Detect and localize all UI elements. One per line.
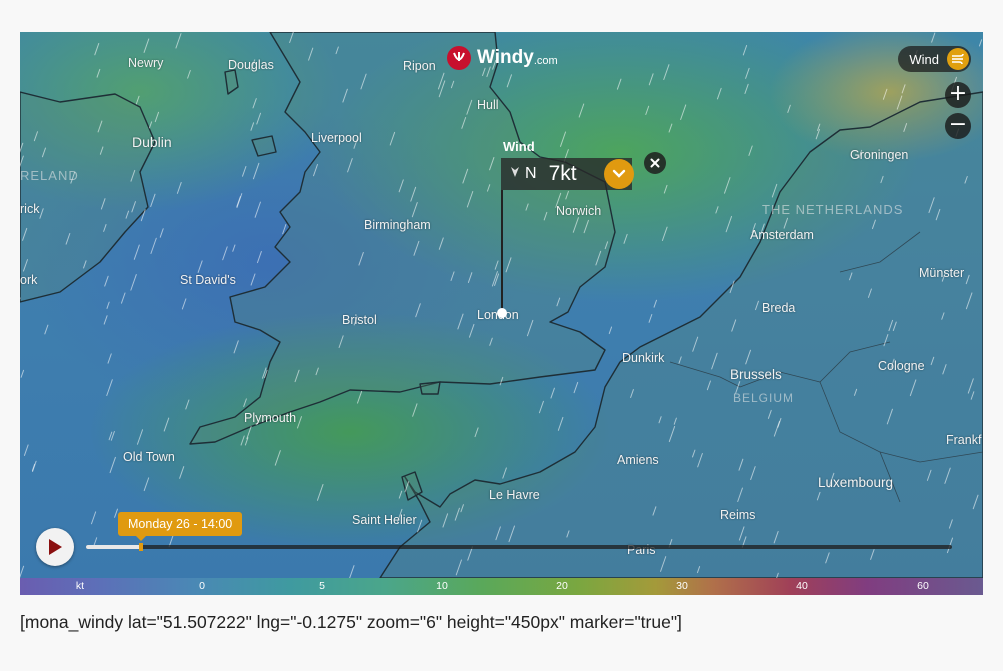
chevron-down-icon[interactable]: [604, 159, 634, 189]
close-icon[interactable]: [644, 152, 666, 174]
country-label: THE NETHERLANDS: [762, 202, 904, 217]
timeline-time-label: Monday 26 - 14:00: [118, 512, 243, 541]
place-label: Liverpool: [311, 131, 362, 145]
place-label: Luxembourg: [818, 475, 894, 490]
brand-name: Windy: [477, 47, 534, 68]
place-label: Bristol: [342, 313, 377, 327]
windy-logo: Windy .com: [447, 46, 558, 70]
legend-tick: 30: [676, 580, 688, 592]
place-label: Douglas: [228, 58, 274, 72]
legend-tick: 40: [796, 580, 808, 592]
place-label: Ripon: [403, 59, 436, 73]
place-label: Reims: [720, 508, 756, 522]
place-label: Saint Helier: [352, 513, 417, 527]
place-label: Norwich: [556, 204, 602, 218]
layer-selector[interactable]: Wind: [898, 46, 971, 72]
wind-layer-icon: [947, 48, 969, 70]
place-label: Dunkirk: [622, 351, 665, 365]
place-label: Birmingham: [364, 218, 431, 232]
timeline-slider[interactable]: [86, 543, 952, 551]
place-label: Brussels: [730, 367, 782, 382]
timeline-handle[interactable]: [138, 543, 143, 551]
layer-label: Wind: [909, 51, 939, 67]
legend-tick: 20: [556, 580, 568, 592]
legend-unit: kt: [75, 580, 85, 592]
place-label: Cologne: [878, 359, 925, 373]
wind-direction-icon: [510, 166, 520, 182]
zoom-out-button[interactable]: −: [945, 113, 971, 139]
legend-tick: 5: [319, 580, 325, 592]
place-label: Breda: [762, 301, 796, 315]
zoom-in-button[interactable]: +: [945, 82, 971, 108]
place-label: Frankf: [946, 433, 982, 447]
shortcode-text: [mona_windy lat="51.507222" lng="-0.1275…: [20, 612, 682, 632]
brand-suffix: .com: [533, 55, 558, 67]
place-label: Amsterdam: [750, 228, 814, 242]
country-label: BELGIUM: [733, 391, 795, 405]
wind-speed-legend: kt 0 5 10 20 30 40 60: [20, 578, 983, 595]
wind-picker[interactable]: N 7kt: [501, 158, 634, 190]
legend-tick: 0: [199, 580, 205, 592]
place-label: Amiens: [617, 453, 659, 467]
play-icon: [49, 539, 62, 555]
legend-tick: 60: [917, 580, 929, 592]
timeline-progress: [86, 545, 141, 549]
place-label: Plymouth: [244, 411, 297, 425]
place-label: ork: [20, 273, 38, 287]
picker-pin-line: [501, 190, 503, 314]
place-label: Newry: [128, 56, 164, 70]
place-label: Le Havre: [489, 488, 540, 502]
wind-speed: 7kt: [548, 162, 577, 185]
place-label: Hull: [477, 98, 499, 112]
place-label: rick: [20, 202, 40, 216]
picker-title: Wind: [503, 139, 535, 154]
place-label: Dublin: [132, 134, 172, 150]
country-label: RELAND: [20, 168, 79, 183]
picker-pin-dot[interactable]: [497, 308, 507, 318]
place-label: Groningen: [850, 148, 909, 162]
place-label: Old Town: [123, 450, 175, 464]
place-label: St David's: [180, 273, 236, 287]
windy-logo-icon: [447, 46, 471, 70]
place-label: Münster: [919, 266, 965, 280]
play-button[interactable]: [36, 528, 74, 566]
wind-direction: N: [525, 165, 537, 182]
wind-map[interactable]: Newry Douglas Ripon Hull Dublin Liverpoo…: [20, 32, 983, 578]
legend-tick: 10: [436, 580, 448, 592]
